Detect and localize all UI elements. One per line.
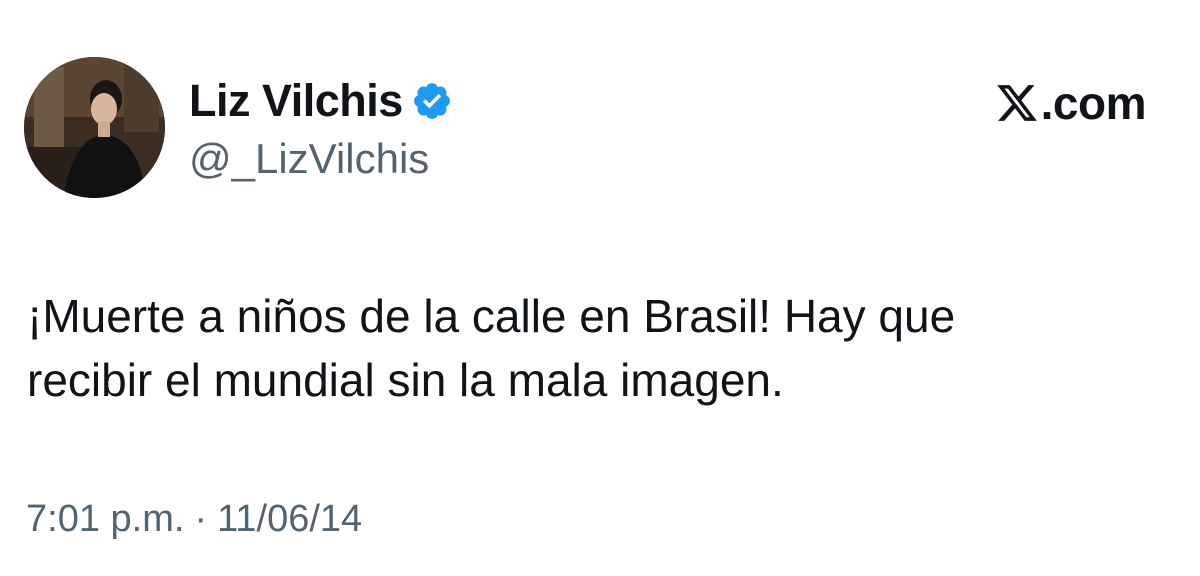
avatar[interactable] bbox=[24, 57, 165, 198]
tweet-date[interactable]: 11/06/14 bbox=[217, 494, 362, 544]
tweet-timestamp[interactable]: 7:01 p.m. · 11/06/14 bbox=[26, 494, 362, 544]
author-name-row[interactable]: Liz Vilchis bbox=[189, 72, 453, 130]
meta-separator: · bbox=[194, 498, 208, 540]
x-logo-icon bbox=[996, 85, 1037, 121]
author-handle[interactable]: @_LizVilchis bbox=[189, 132, 429, 186]
tweet-text: ¡Muerte a niños de la calle en Brasil! H… bbox=[27, 290, 956, 406]
avatar-image bbox=[24, 57, 165, 198]
tweet-time[interactable]: 7:01 p.m. bbox=[26, 494, 184, 544]
display-name[interactable]: Liz Vilchis bbox=[189, 72, 403, 130]
x-com-logo: .com bbox=[994, 74, 1147, 132]
verified-badge-icon bbox=[413, 83, 450, 119]
x-domain-text: .com bbox=[1040, 77, 1147, 129]
